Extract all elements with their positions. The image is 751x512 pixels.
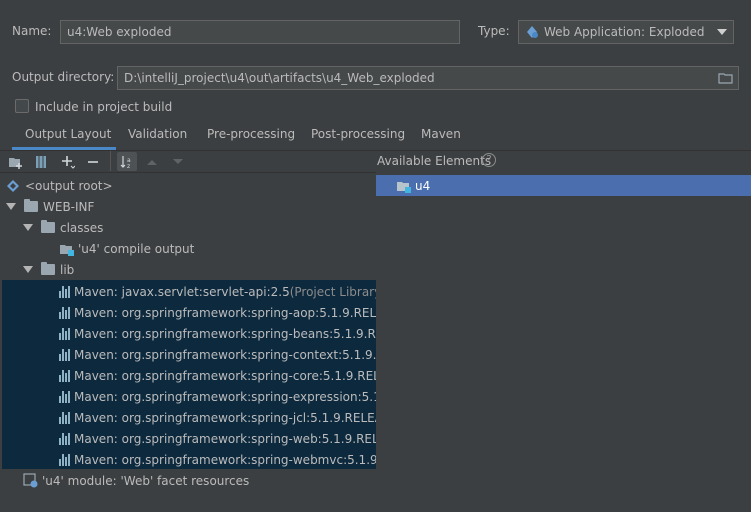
web-facet-icon	[23, 473, 39, 488]
compile-output-label: 'u4' compile output	[78, 241, 195, 256]
output-root-label: <output root>	[25, 178, 113, 193]
expand-arrow-icon	[6, 203, 16, 210]
include-build-checkbox[interactable]	[15, 99, 29, 113]
module-icon	[396, 179, 412, 193]
library-icon	[59, 327, 70, 340]
folder-icon	[41, 220, 55, 233]
browse-folder-icon[interactable]	[718, 71, 734, 85]
library-icon	[59, 390, 70, 403]
library-label: Maven: org.springframework:spring-web:5.…	[74, 431, 376, 446]
list-item[interactable]: Maven: org.springframework:spring-aop:5.…	[0, 302, 376, 323]
type-label: Type:	[478, 24, 510, 38]
tab-pre-processing[interactable]: Pre-processing	[207, 127, 295, 141]
library-label: Maven: org.springframework:spring-aop:5.…	[74, 305, 376, 320]
name-label: Name:	[12, 24, 52, 38]
type-select[interactable]: Web Application: Exploded	[518, 20, 734, 44]
web-app-icon	[525, 25, 539, 39]
library-label: Maven: org.springframework:spring-jcl:5.…	[74, 410, 376, 425]
library-label: Maven: javax.servlet:servlet-api:2.5	[74, 284, 290, 299]
tree-toolbar-divider	[0, 172, 376, 173]
classes-label: classes	[60, 220, 104, 235]
available-item-u4[interactable]: u4	[376, 175, 751, 196]
tab-maven[interactable]: Maven	[421, 127, 461, 141]
library-icon	[59, 432, 70, 445]
list-item[interactable]: Maven: org.springframework:spring-beans:…	[0, 323, 376, 344]
output-layout-tree[interactable]: <output root> WEB-INF classes 'u4' compi…	[0, 151, 376, 512]
output-dir-label: Output directory:	[12, 70, 115, 84]
library-icon	[59, 453, 70, 466]
list-item[interactable]: Maven: org.springframework:spring-expres…	[0, 386, 376, 407]
tree-node-classes[interactable]: classes	[0, 217, 376, 238]
library-label: Maven: org.springframework:spring-contex…	[74, 347, 376, 362]
library-icon	[59, 411, 70, 424]
list-item[interactable]: Maven: org.springframework:spring-contex…	[0, 344, 376, 365]
library-label: Maven: org.springframework:spring-beans:…	[74, 326, 376, 341]
expand-arrow-icon	[23, 224, 33, 231]
output-root-icon	[6, 179, 20, 193]
type-value: Web Application: Exploded	[544, 25, 705, 39]
include-build-label: Include in project build	[35, 100, 173, 114]
chevron-down-icon	[717, 29, 727, 35]
library-label: Maven: org.springframework:spring-expres…	[74, 389, 376, 404]
library-icon	[59, 306, 70, 319]
available-elements-title: Available Elements	[377, 154, 492, 168]
tab-post-processing[interactable]: Post-processing	[311, 127, 405, 141]
tree-node-facet-resources[interactable]: 'u4' module: 'Web' facet resources	[0, 470, 376, 491]
tab-output-layout[interactable]: Output Layout	[25, 127, 111, 141]
available-item-label: u4	[415, 178, 431, 193]
available-elements-panel: Available Elements ? u4	[376, 151, 751, 512]
facet-resources-label: 'u4' module: 'Web' facet resources	[42, 473, 250, 488]
tree-node-lib[interactable]: lib	[0, 259, 376, 280]
help-icon[interactable]: ?	[482, 153, 496, 167]
list-item[interactable]: Maven: org.springframework:spring-core:5…	[0, 365, 376, 386]
tab-validation[interactable]: Validation	[128, 127, 187, 141]
list-item[interactable]: Maven: javax.servlet:servlet-api:2.5 (Pr…	[0, 281, 376, 302]
tree-node-output-root[interactable]: <output root>	[0, 175, 376, 196]
library-icon	[59, 348, 70, 361]
tree-node-compile-output[interactable]: 'u4' compile output	[0, 238, 376, 259]
list-item[interactable]: Maven: org.springframework:spring-webmvc…	[0, 449, 376, 470]
expand-arrow-icon	[23, 266, 33, 273]
list-item[interactable]: Maven: org.springframework:spring-web:5.…	[0, 428, 376, 449]
module-output-icon	[59, 242, 75, 256]
folder-icon	[41, 262, 55, 275]
library-icon	[59, 285, 70, 298]
output-dir-input[interactable]: D:\intelliJ_project\u4\out\artifacts\u4_…	[117, 66, 739, 90]
library-suffix: (Project Library)	[289, 284, 376, 299]
web-inf-label: WEB-INF	[43, 199, 95, 214]
library-icon	[59, 369, 70, 382]
lib-label: lib	[60, 262, 75, 277]
library-label: Maven: org.springframework:spring-core:5…	[74, 368, 376, 383]
name-input[interactable]: u4:Web exploded	[60, 20, 460, 44]
library-label: Maven: org.springframework:spring-webmvc…	[74, 452, 376, 467]
folder-icon	[24, 199, 38, 212]
list-item[interactable]: Maven: org.springframework:spring-jcl:5.…	[0, 407, 376, 428]
tree-node-web-inf[interactable]: WEB-INF	[0, 196, 376, 217]
